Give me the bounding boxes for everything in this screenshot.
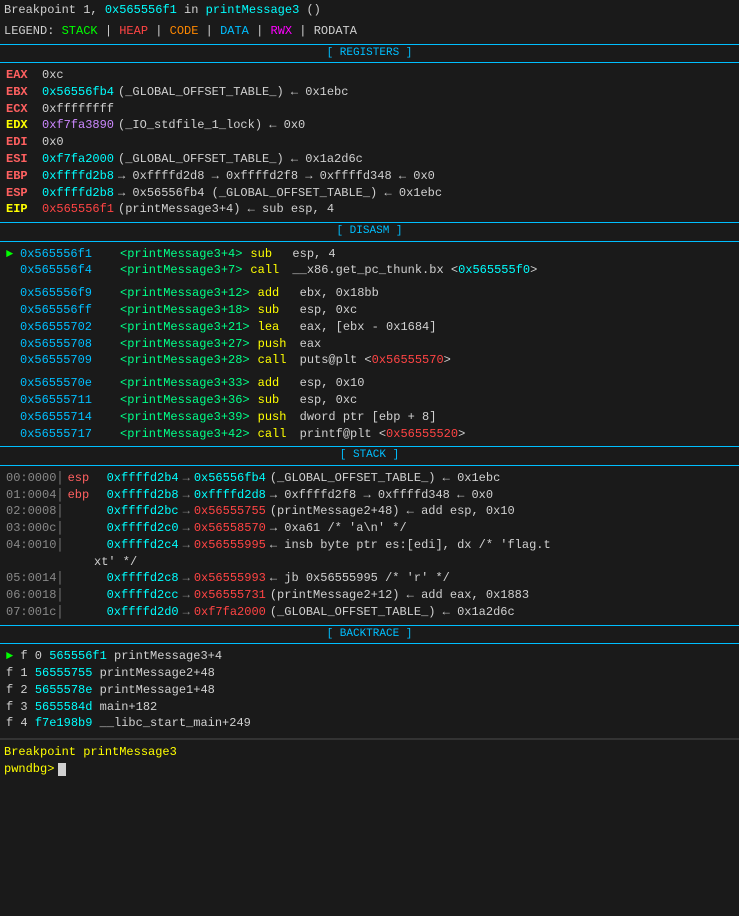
bt-row-0: ► f 0 565556f1 printMessage3+4 [4, 648, 735, 665]
bottom-panel: Breakpoint printMessage3 pwndbg> [0, 739, 739, 778]
header: Breakpoint 1, 0x565556f1 in printMessage… [0, 0, 739, 21]
disasm-row-4: 0x56555702<printMessage3+21> lea eax, [e… [4, 319, 735, 336]
stack-row-1: 01:0004│ebp 0xffffd2b8 → 0xffffd2d8 → 0x… [4, 487, 735, 504]
registers-panel: EAX 0xc EBX 0x56556fb4 (_GLOBAL_OFFSET_T… [0, 65, 739, 220]
header-breakpoint-prefix: Breakpoint 1, [4, 3, 105, 17]
disasm-panel: ► 0x565556f1<printMessage3+4> sub esp, 4… [0, 244, 739, 445]
reg-ebx: EBX 0x56556fb4 (_GLOBAL_OFFSET_TABLE_) ←… [4, 84, 735, 101]
prompt-line: pwndbg> [4, 761, 735, 778]
bt-row-4: f 4 f7e198b9 __libc_start_main+249 [4, 715, 735, 732]
legend-label: LEGEND: [4, 24, 62, 38]
stack-row-4b: xt' */ [4, 554, 735, 571]
disasm-row-9: 0x56555714<printMessage3+39> push dword … [4, 409, 735, 426]
disasm-row-1: 0x565556f4<printMessage3+7> call __x86.g… [4, 262, 735, 279]
stack-row-0: 00:0000│esp 0xffffd2b4 → 0x56556fb4 (_GL… [4, 470, 735, 487]
disasm-header: [ DISASM ] [0, 222, 739, 241]
backtrace-header: [ BACKTRACE ] [0, 625, 739, 644]
reg-edi: EDI 0x0 [4, 134, 735, 151]
reg-eip: EIP 0x565556f1 (printMessage3+4) ← sub e… [4, 201, 735, 218]
disasm-row-7: 0x5655570e<printMessage3+33> add esp, 0x… [4, 375, 735, 392]
cursor [58, 763, 66, 776]
stack-row-4: 04:0010│0xffffd2c4 → 0x56555995 ← insb b… [4, 537, 735, 554]
header-bp-middle: in [177, 3, 206, 17]
current-arrow-icon: ► [6, 246, 20, 263]
bottom-breakpoint-line: Breakpoint printMessage3 [4, 744, 735, 761]
backtrace-panel: ► f 0 565556f1 printMessage3+4 f 1 56555… [0, 646, 739, 734]
disasm-row-5: 0x56555708<printMessage3+27> push eax [4, 336, 735, 353]
stack-panel: 00:0000│esp 0xffffd2b4 → 0x56556fb4 (_GL… [0, 468, 739, 623]
header-bp-addr: 0x565556f1 [105, 3, 177, 17]
header-bp-func: printMessage3 [206, 3, 300, 17]
stack-row-7: 07:001c│0xffffd2d0 → 0xf7fa2000 (_GLOBAL… [4, 604, 735, 621]
disasm-row-10: 0x56555717<printMessage3+42> call printf… [4, 426, 735, 443]
registers-header: [ REGISTERS ] [0, 44, 739, 63]
reg-eax: EAX 0xc [4, 67, 735, 84]
legend-rodata: RODATA [314, 24, 357, 38]
disasm-row-3: 0x565556ff<printMessage3+18> sub esp, 0x… [4, 302, 735, 319]
prompt-text: pwndbg> [4, 761, 54, 778]
legend-code: CODE [170, 24, 199, 38]
reg-edx: EDX 0xf7fa3890 (_IO_stdfile_1_lock) ← 0x… [4, 117, 735, 134]
legend-rwx: RWX [271, 24, 293, 38]
stack-header: [ STACK ] [0, 446, 739, 465]
legend-heap: HEAP [119, 24, 148, 38]
reg-ecx: ECX 0xffffffff [4, 101, 735, 118]
reg-esp: ESP 0xffffd2b8 → 0x56556fb4 (_GLOBAL_OFF… [4, 185, 735, 202]
bt-row-1: f 1 56555755 printMessage2+48 [4, 665, 735, 682]
stack-row-6: 06:0018│0xffffd2cc → 0x56555731 (printMe… [4, 587, 735, 604]
header-bp-suffix: () [299, 3, 321, 17]
reg-ebp: EBP 0xffffd2b8 → 0xffffd2d8 → 0xffffd2f8… [4, 168, 735, 185]
reg-esi: ESI 0xf7fa2000 (_GLOBAL_OFFSET_TABLE_) ←… [4, 151, 735, 168]
stack-row-3: 03:000c│0xffffd2c0 → 0x56558570 → 0xa61 … [4, 520, 735, 537]
legend: LEGEND: STACK | HEAP | CODE | DATA | RWX… [0, 21, 739, 42]
disasm-row-6: 0x56555709<printMessage3+28> call puts@p… [4, 352, 735, 369]
stack-row-2: 02:0008│0xffffd2bc → 0x56555755 (printMe… [4, 503, 735, 520]
bt-row-2: f 2 5655578e printMessage1+48 [4, 682, 735, 699]
legend-data: DATA [220, 24, 249, 38]
bt-row-3: f 3 5655584d main+182 [4, 699, 735, 716]
disasm-row-current: ► 0x565556f1<printMessage3+4> sub esp, 4 [4, 246, 735, 263]
stack-row-5: 05:0014│0xffffd2c8 → 0x56555993 ← jb 0x5… [4, 570, 735, 587]
legend-stack: STACK [62, 24, 98, 38]
disasm-row-2: 0x565556f9<printMessage3+12> add ebx, 0x… [4, 285, 735, 302]
disasm-row-8: 0x56555711<printMessage3+36> sub esp, 0x… [4, 392, 735, 409]
